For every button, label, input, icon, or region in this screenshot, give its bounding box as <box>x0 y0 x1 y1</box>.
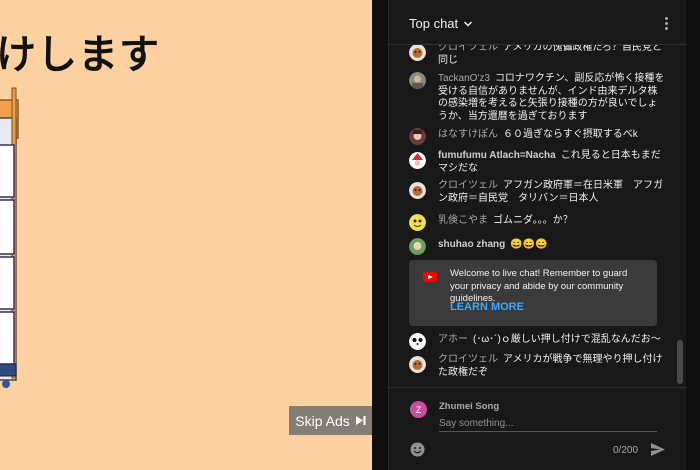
chat-header: Top chat <box>389 0 687 45</box>
green-avatar-icon <box>409 238 426 255</box>
youtube-logo-icon <box>423 272 437 282</box>
chat-message: クロイツェル アメリカが戦争で無理やり押し付けた政権だぞ <box>409 354 665 379</box>
panda-avatar-icon <box>409 333 426 350</box>
chat-message: アホー (･ω･´)ｏ厳しい押し付けで混乱なんだお〜 <box>409 333 665 350</box>
message-text: ６０過ぎならすぐ摂取するべk <box>503 129 638 140</box>
message-text: 😄😄😄 <box>510 239 548 250</box>
chat-message-input[interactable] <box>439 415 657 432</box>
character-avatar-icon <box>409 128 426 145</box>
video-player[interactable]: けします Skip Ads <box>0 0 372 470</box>
skip-ads-label: Skip Ads <box>295 412 350 429</box>
chat-mode-dropdown[interactable]: Top chat <box>409 16 473 31</box>
right-margin <box>686 0 700 470</box>
photo-avatar-icon <box>409 72 426 89</box>
chevron-down-icon <box>464 20 473 27</box>
video-caption: けします <box>0 32 160 78</box>
welcome-text: Welcome to live chat! Remember to guard … <box>450 268 628 304</box>
message-author[interactable]: クロイツェル <box>438 45 498 53</box>
emoji-icon[interactable] <box>410 442 425 457</box>
chat-messages: クロイツェル アメリカの傀儡政権だろ？自民党と同じ TackanO'z3 コロナワク… <box>389 45 687 385</box>
chat-composer: Z Zhumei Song 0/200 <box>389 387 687 470</box>
chat-message: クロイツェル アメリカの傀儡政権だろ？自民党と同じ <box>409 45 665 67</box>
character-counter: 0/200 <box>613 445 639 456</box>
chat-message: はなすけぽん ６０過ぎならすぐ摂取するべk <box>409 128 665 145</box>
message-author[interactable]: はなすけぽん <box>438 129 498 140</box>
message-author[interactable]: TackanO'z3 <box>438 73 490 84</box>
chat-message: shuhao zhang 😄😄😄 <box>409 238 665 255</box>
chat-message: TackanO'z3 コロナワクチン、副反応が怖く接種を受ける自信がありませんが、… <box>409 72 665 123</box>
santa-avatar-icon <box>409 152 426 169</box>
message-author[interactable]: クロイツェル <box>438 180 498 191</box>
message-author[interactable]: shuhao zhang <box>438 239 505 250</box>
yellow-avatar-icon <box>409 214 426 231</box>
message-text: ゴムニダ。。。か？ <box>493 215 573 226</box>
fox-avatar-icon <box>409 356 426 373</box>
chat-message: クロイツェル アフガン政府軍＝在日米軍 アフガン政府＝自民党 タリバン＝日本人 <box>409 180 665 205</box>
chat-message: 乳倹こやま ゴムニダ。。。か？ <box>409 214 665 231</box>
avatar: Z <box>410 401 427 418</box>
chat-scrollbar[interactable] <box>677 340 683 384</box>
more-options-icon[interactable] <box>665 17 669 31</box>
skip-ads-button[interactable]: Skip Ads <box>289 406 372 435</box>
message-author[interactable]: 乳倹こやま <box>438 215 488 226</box>
welcome-card: Welcome to live chat! Remember to guard … <box>409 260 657 326</box>
message-author[interactable]: アホー <box>438 334 468 345</box>
message-author[interactable]: クロイツェル <box>438 354 498 365</box>
skip-next-icon <box>355 416 366 425</box>
message-text: (･ω･´)ｏ厳しい押し付けで混乱なんだお〜 <box>473 334 661 345</box>
panel-gap <box>372 0 388 470</box>
message-author[interactable]: fumufumu Atlach=Nacha <box>438 150 556 161</box>
chat-message: fumufumu Atlach=Nacha これ見ると日本もまだマシだな <box>409 150 665 175</box>
chat-mode-label: Top chat <box>409 16 459 31</box>
current-user-name: Zhumei Song <box>439 401 500 412</box>
learn-more-link[interactable]: LEARN MORE <box>450 301 524 313</box>
live-chat-panel: Top chat クロイツェル アメリカの傀儡政権だろ？自民党と同じ Tackan… <box>388 0 687 470</box>
send-icon[interactable] <box>650 442 666 457</box>
fox-avatar-icon <box>409 182 426 199</box>
fox-avatar-icon <box>409 45 426 61</box>
